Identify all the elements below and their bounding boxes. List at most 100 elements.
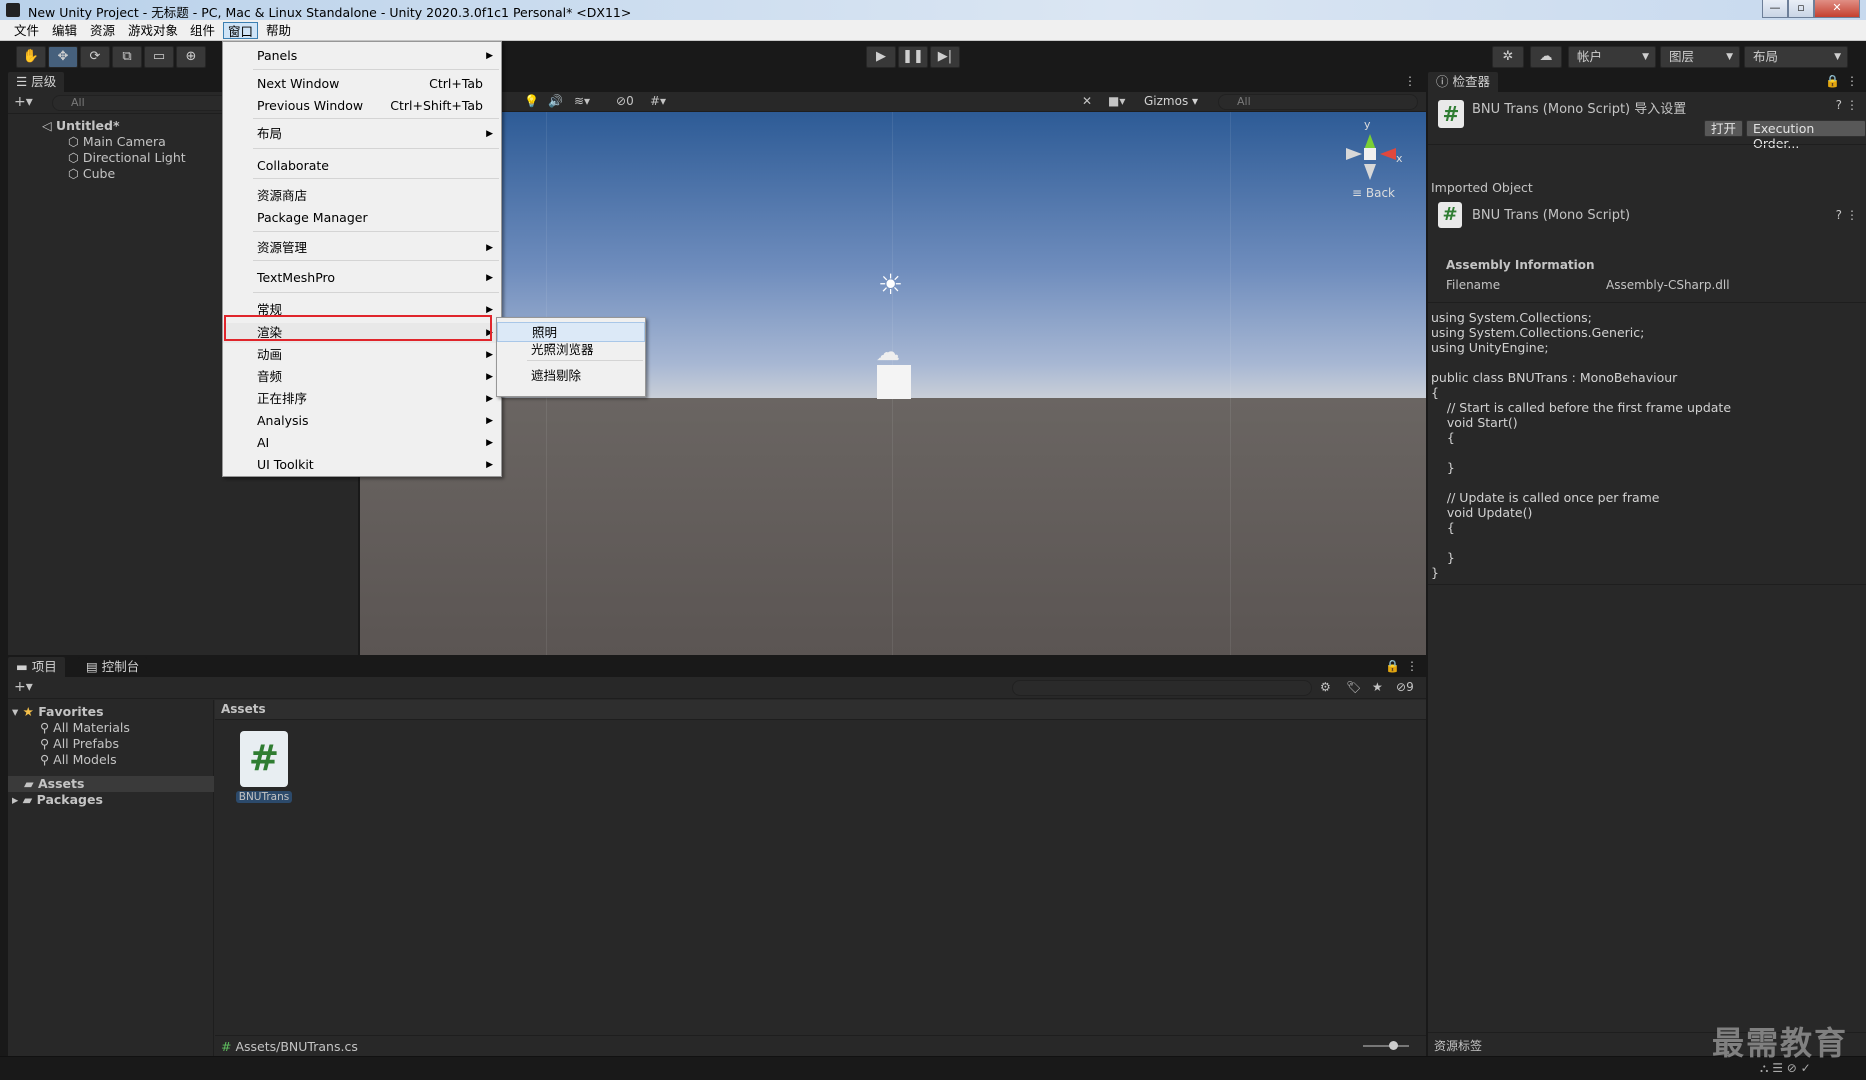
rotate-tool-icon[interactable]: ⟳ xyxy=(80,46,110,68)
window-menu-item[interactable]: Analysis ▶ xyxy=(223,411,501,431)
menu-window[interactable]: 窗口 xyxy=(223,22,259,39)
submenu-arrow-icon: ▶ xyxy=(486,273,493,283)
menu-assets[interactable]: 资源 xyxy=(86,22,119,39)
more-options-icon[interactable]: ⋮ xyxy=(1846,98,1858,112)
neg-y-axis-cone-icon[interactable] xyxy=(1364,164,1376,180)
cloud-icon[interactable]: ☁ xyxy=(1530,46,1562,68)
hierarchy-item-main-camera[interactable]: ⬡ Main Camera xyxy=(68,134,166,150)
step-button[interactable]: ▶| xyxy=(930,46,960,68)
pause-button[interactable]: ❚❚ xyxy=(898,46,928,68)
tab-inspector[interactable]: ⓘ 检查器 xyxy=(1428,72,1498,92)
window-menu-item[interactable]: AI ▶ xyxy=(223,433,501,453)
tab-console[interactable]: ▤ 控制台 xyxy=(78,657,148,677)
search-by-type-icon[interactable]: ⚙ xyxy=(1320,680,1331,694)
breadcrumb-assets[interactable]: Assets xyxy=(221,702,266,716)
neg-x-axis-cone-icon[interactable] xyxy=(1346,148,1362,160)
window-menu-item[interactable]: 布局 ▶ xyxy=(223,124,501,144)
camera-icon[interactable]: ■▾ xyxy=(1108,94,1125,108)
transform-tool-icon[interactable]: ⊕ xyxy=(176,46,206,68)
hierarchy-item-directional-light[interactable]: ⬡ Directional Light xyxy=(68,150,186,166)
favorite-all-materials[interactable]: ⚲ All Materials xyxy=(40,720,130,736)
audio-toggle-icon[interactable]: 🔊 xyxy=(548,94,563,108)
view-label[interactable]: ≡ Back xyxy=(1352,186,1395,200)
scene-item[interactable]: ◁ Untitled* xyxy=(42,118,120,134)
folder-packages[interactable]: ▸ ▰ Packages xyxy=(12,792,103,808)
menu-item-label: 资源商店 xyxy=(257,188,308,203)
favorite-all-prefabs[interactable]: ⚲ All Prefabs xyxy=(40,736,119,752)
window-menu-item[interactable]: Panels ▶ xyxy=(223,46,501,66)
lock-icon[interactable]: 🔒 xyxy=(1825,74,1840,88)
more-options-icon[interactable]: ⋮ xyxy=(1406,659,1418,673)
play-button[interactable]: ▶ xyxy=(866,46,896,68)
imported-object-heading: Imported Object xyxy=(1431,180,1533,195)
execution-order-button[interactable]: Execution Order... xyxy=(1746,120,1866,151)
search-by-label-icon[interactable]: 🏷 xyxy=(1346,680,1361,694)
render-submenu-item[interactable]: 照明 xyxy=(497,322,645,342)
close-button[interactable]: ✕ xyxy=(1814,0,1860,18)
favorite-icon[interactable]: ★ xyxy=(1372,680,1383,694)
grid-toggle-icon[interactable]: #▾ xyxy=(650,94,666,108)
window-menu-item[interactable]: Collaborate xyxy=(223,156,501,176)
collab-icon[interactable]: ✲ xyxy=(1492,46,1524,68)
maximize-button[interactable]: ▫ xyxy=(1788,0,1814,18)
hand-tool-icon[interactable]: ✋ xyxy=(16,46,46,68)
render-submenu-item[interactable]: 光照浏览器 xyxy=(497,340,645,360)
more-options-icon[interactable]: ⋮ xyxy=(1846,208,1858,222)
window-menu-item[interactable]: UI Toolkit ▶ xyxy=(223,455,501,475)
window-menu-item[interactable]: Next Window Ctrl+Tab xyxy=(223,74,501,94)
tab-project[interactable]: ▬ 项目 xyxy=(8,657,65,677)
help-icon[interactable]: ? xyxy=(1836,208,1842,222)
gizmo-center-cube[interactable] xyxy=(1364,148,1376,160)
window-menu-item[interactable]: 资源商店 xyxy=(223,186,501,206)
window-menu-item[interactable]: 动画 ▶ xyxy=(223,345,501,365)
window-menu-item[interactable]: Previous Window Ctrl+Shift+Tab xyxy=(223,96,501,116)
hierarchy-item-cube[interactable]: ⬡ Cube xyxy=(68,166,115,182)
tab-hierarchy[interactable]: ☰ 层级 xyxy=(8,72,65,92)
window-menu-item[interactable]: 资源管理 ▶ xyxy=(223,238,501,258)
directional-light-gizmo-icon[interactable]: ☀ xyxy=(878,268,903,301)
open-button[interactable]: 打开 xyxy=(1704,120,1744,137)
tools-icon[interactable]: ✕ xyxy=(1082,94,1092,108)
x-axis-cone-icon[interactable] xyxy=(1380,148,1396,160)
layout-dropdown[interactable]: 布局 ▼ xyxy=(1744,46,1848,68)
more-options-icon[interactable]: ⋮ xyxy=(1846,74,1858,88)
project-search-input[interactable] xyxy=(1012,680,1312,696)
effects-toggle-icon[interactable]: ≋▾ xyxy=(574,94,590,108)
lighting-toggle-icon[interactable]: 💡 xyxy=(524,94,539,108)
help-icon[interactable]: ? xyxy=(1836,98,1842,112)
minimize-button[interactable]: — xyxy=(1762,0,1788,18)
window-menu-item[interactable]: Package Manager xyxy=(223,208,501,228)
menu-gameobject[interactable]: 游戏对象 xyxy=(124,22,182,39)
menu-file[interactable]: 文件 xyxy=(10,22,43,39)
zoom-slider-handle[interactable] xyxy=(1389,1041,1398,1050)
render-submenu-item[interactable]: 遮挡剔除 xyxy=(497,366,645,386)
scene-search-input[interactable]: All xyxy=(1218,94,1418,110)
window-menu-item[interactable]: 正在排序 ▶ xyxy=(223,389,501,409)
account-dropdown[interactable]: 帐户 ▼ xyxy=(1568,46,1656,68)
gizmos-dropdown[interactable]: Gizmos ▾ xyxy=(1144,94,1198,108)
rect-tool-icon[interactable]: ▭ xyxy=(144,46,174,68)
favorite-all-models[interactable]: ⚲ All Models xyxy=(40,752,117,768)
menu-item-label: Package Manager xyxy=(257,210,368,225)
folder-assets[interactable]: ▰ Assets xyxy=(8,776,214,792)
hidden-packages-toggle[interactable]: ⊘9 xyxy=(1396,680,1414,694)
lock-icon[interactable]: 🔒 xyxy=(1385,659,1400,673)
zoom-slider[interactable] xyxy=(1363,1045,1409,1047)
menu-help[interactable]: 帮助 xyxy=(262,22,295,39)
scale-tool-icon[interactable]: ⧉ xyxy=(112,46,142,68)
orientation-gizmo[interactable]: y x ≡ Back xyxy=(1344,118,1410,208)
add-icon[interactable]: +▾ xyxy=(14,94,33,110)
favorites-item[interactable]: ▾ ★ Favorites xyxy=(12,704,104,720)
hidden-objects-toggle[interactable]: ⊘0 xyxy=(616,94,634,108)
menu-component[interactable]: 组件 xyxy=(186,22,219,39)
more-options-icon[interactable]: ⋮ xyxy=(1404,74,1416,88)
menu-edit[interactable]: 编辑 xyxy=(48,22,81,39)
asset-tile-bnutrans[interactable]: # BNUTrans xyxy=(236,731,296,811)
layers-dropdown[interactable]: 图层 ▼ xyxy=(1660,46,1740,68)
move-tool-icon[interactable]: ✥ xyxy=(48,46,78,68)
window-menu-item[interactable]: 音频 ▶ xyxy=(223,367,501,387)
window-menu-item[interactable]: TextMeshPro ▶ xyxy=(223,268,501,288)
camera-gizmo-icon[interactable]: ☁ xyxy=(876,338,900,366)
add-icon[interactable]: +▾ xyxy=(14,679,33,695)
cube-object[interactable] xyxy=(877,365,911,399)
